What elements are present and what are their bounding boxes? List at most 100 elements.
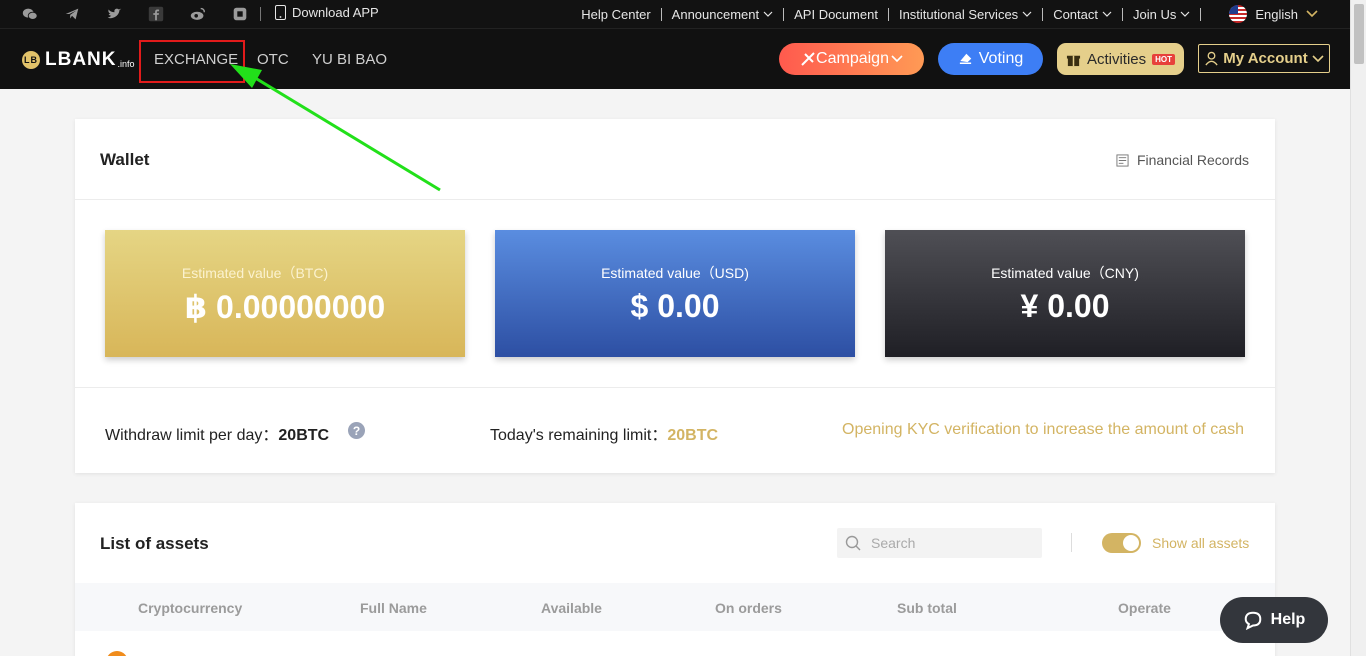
activities-label: Activities xyxy=(1086,50,1147,68)
help-chat-button[interactable]: Help xyxy=(1220,597,1328,643)
app-icon[interactable] xyxy=(230,4,250,24)
estimated-cny-box: Estimated value（CNY) ¥ 0.00 xyxy=(885,230,1245,357)
download-app-label: Download APP xyxy=(292,5,379,20)
institutional-services-label: Institutional Services xyxy=(898,6,1019,22)
remaining-limit: Today's remaining limit：20BTC xyxy=(490,421,718,445)
asset-search[interactable] xyxy=(837,528,1042,558)
gift-icon xyxy=(1066,55,1081,66)
voting-button[interactable]: Voting xyxy=(938,43,1043,75)
help-question-icon[interactable]: ? xyxy=(348,422,365,439)
withdraw-limit: Withdraw limit per day：20BTC xyxy=(105,421,329,445)
chevron-down-icon xyxy=(1102,11,1112,17)
campaign-icon xyxy=(801,52,815,66)
page-scrollbar[interactable] xyxy=(1350,0,1366,656)
contact-link[interactable]: Contact xyxy=(1043,7,1122,22)
estimated-btc-box: Estimated value（BTC) ฿ 0.00000000 xyxy=(105,230,465,357)
my-account-button[interactable]: My Account xyxy=(1198,44,1330,73)
withdraw-limit-label: Withdraw limit per day： xyxy=(105,427,279,444)
activities-button[interactable]: Activities HOT xyxy=(1057,43,1184,75)
api-document-label: API Document xyxy=(794,6,878,22)
api-document-link[interactable]: API Document xyxy=(784,7,888,22)
telegram-icon[interactable] xyxy=(62,4,82,24)
financial-records-label: Financial Records xyxy=(1136,152,1249,168)
help-center-label: Help Center xyxy=(581,6,651,22)
column-header-full-name: Full Name xyxy=(360,600,427,616)
column-header-on-orders: On orders xyxy=(715,600,782,616)
estimated-btc-value: ฿ 0.00000000 xyxy=(105,288,465,326)
campaign-button[interactable]: Campaign xyxy=(779,43,924,75)
announcement-link[interactable]: Announcement xyxy=(662,7,783,22)
column-header-available: Available xyxy=(541,600,602,616)
estimated-cny-label: Estimated value（CNY) xyxy=(991,265,1139,281)
show-all-assets-toggle[interactable] xyxy=(1102,533,1141,553)
assets-table-header: Cryptocurrency Full Name Available On or… xyxy=(75,583,1275,631)
hot-badge: HOT xyxy=(1152,53,1176,65)
chevron-down-icon xyxy=(1306,10,1318,18)
top-links: Help Center Announcement API Document In… xyxy=(571,0,1318,28)
remaining-limit-value: 20BTC xyxy=(667,427,719,444)
column-header-sub-total: Sub total xyxy=(897,600,957,616)
nav-yu-bi-bao[interactable]: YU BI BAO xyxy=(312,51,387,68)
language-label: English xyxy=(1255,6,1298,22)
search-input[interactable] xyxy=(871,535,1021,551)
chevron-down-icon xyxy=(763,11,773,17)
show-all-assets-label[interactable]: Show all assets xyxy=(1152,535,1249,551)
logo-text: LBANK xyxy=(45,49,117,70)
divider xyxy=(1071,533,1072,552)
estimated-usd-value: $ 0.00 xyxy=(495,288,855,325)
wechat-icon[interactable] xyxy=(20,4,40,24)
weibo-icon[interactable] xyxy=(188,4,208,24)
help-label: Help xyxy=(1270,611,1306,628)
chevron-down-icon xyxy=(1312,54,1324,62)
institutional-services-link[interactable]: Institutional Services xyxy=(889,7,1042,22)
kyc-verification-link[interactable]: Opening KYC verification to increase the… xyxy=(842,421,1244,439)
chevron-down-icon xyxy=(891,55,903,63)
divider xyxy=(75,199,1275,200)
language-selector[interactable]: English xyxy=(1201,5,1318,23)
scrollbar-thumb[interactable] xyxy=(1354,4,1364,64)
btc-amount: 0.00000000 xyxy=(216,289,386,325)
estimated-usd-box: Estimated value（USD) $ 0.00 xyxy=(495,230,855,357)
lbank-logo-mark-icon: LB xyxy=(22,51,40,69)
column-header-cryptocurrency: Cryptocurrency xyxy=(138,600,243,616)
wallet-title: Wallet xyxy=(100,150,150,169)
voting-icon xyxy=(959,53,971,64)
nav-otc[interactable]: OTC xyxy=(257,51,289,68)
download-app-link[interactable]: Download APP xyxy=(275,5,379,20)
contact-label: Contact xyxy=(1053,6,1098,22)
records-icon xyxy=(1116,153,1129,167)
join-us-link[interactable]: Join Us xyxy=(1123,7,1200,22)
twitter-icon[interactable] xyxy=(104,4,124,24)
chevron-down-icon xyxy=(1022,11,1032,17)
chevron-down-icon xyxy=(1180,11,1190,17)
divider xyxy=(75,387,1275,388)
estimated-cny-value: ¥ 0.00 xyxy=(885,288,1245,325)
campaign-label: Campaign xyxy=(816,50,889,67)
estimated-usd-label: Estimated value（USD) xyxy=(601,265,749,281)
phone-icon xyxy=(275,5,286,20)
search-icon xyxy=(845,535,861,551)
estimated-btc-label: Estimated value（BTC) xyxy=(181,265,329,281)
announcement-label: Announcement xyxy=(671,6,760,22)
top-utility-bar: Download APP Help Center Announcement AP… xyxy=(0,0,1350,28)
exchange-highlight-box xyxy=(139,40,245,83)
assets-title: List of assets xyxy=(100,534,209,553)
my-account-label: My Account xyxy=(1223,50,1308,67)
financial-records-link[interactable]: Financial Records xyxy=(1116,152,1249,168)
divider xyxy=(260,7,261,21)
facebook-icon[interactable] xyxy=(146,4,166,24)
btc-symbol: ฿ xyxy=(184,289,208,325)
withdraw-limit-value: 20BTC xyxy=(278,427,330,444)
us-flag-icon xyxy=(1229,5,1248,23)
join-us-label: Join Us xyxy=(1133,6,1177,22)
help-center-link[interactable]: Help Center xyxy=(571,7,660,22)
cny-symbol: ¥ xyxy=(1020,288,1039,324)
voting-label: Voting xyxy=(978,50,1024,67)
logo-suffix: .info xyxy=(117,59,135,69)
assets-card: List of assets Show all assets Cryptocur… xyxy=(75,503,1275,656)
remaining-limit-label: Today's remaining limit： xyxy=(490,427,668,444)
usd-amount: 0.00 xyxy=(657,288,720,324)
lbank-logo[interactable]: LB LBANK .info xyxy=(22,49,135,71)
coin-icon xyxy=(106,651,128,656)
user-icon xyxy=(1205,51,1218,66)
